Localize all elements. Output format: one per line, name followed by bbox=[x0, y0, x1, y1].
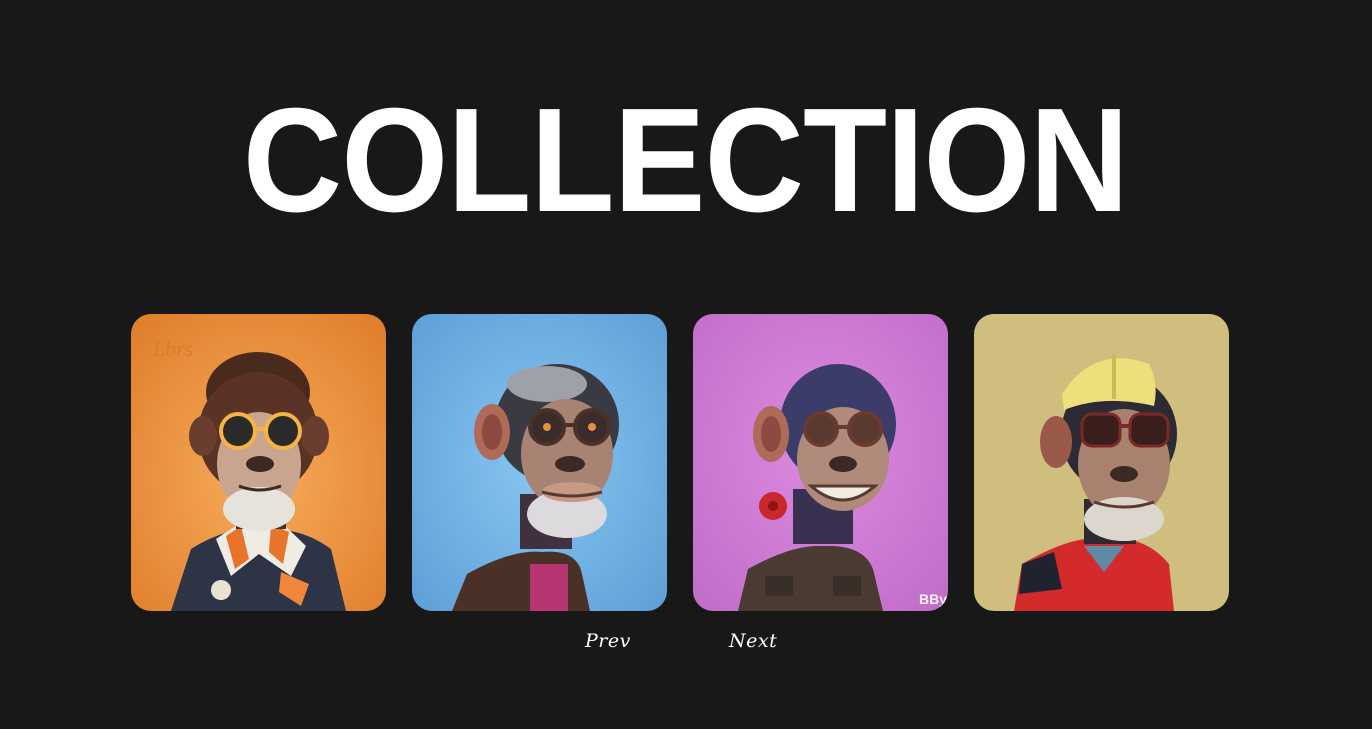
ape-portrait-purple-image: BBy bbox=[693, 314, 948, 611]
gallery-card-2[interactable] bbox=[412, 314, 667, 611]
ape-portrait-tan-image bbox=[974, 314, 1229, 611]
collection-page: COLLECTION Lbrs BBy Prev Next bbox=[0, 0, 1372, 729]
nft-gallery: Lbrs BBy bbox=[131, 314, 1229, 611]
watermark-text: BBy bbox=[919, 591, 947, 607]
next-button[interactable]: Next bbox=[729, 630, 777, 652]
ape-portrait-orange-image: Lbrs bbox=[131, 314, 386, 611]
gallery-card-4[interactable] bbox=[974, 314, 1229, 611]
gallery-card-3[interactable]: BBy bbox=[693, 314, 948, 611]
pagination-controls: Prev Next bbox=[0, 630, 1372, 660]
prev-button[interactable]: Prev bbox=[585, 630, 631, 652]
ape-portrait-blue-image bbox=[412, 314, 667, 611]
page-title: COLLECTION bbox=[242, 78, 1129, 243]
svg-text:Lbrs: Lbrs bbox=[152, 336, 193, 361]
gallery-card-1[interactable]: Lbrs bbox=[131, 314, 386, 611]
